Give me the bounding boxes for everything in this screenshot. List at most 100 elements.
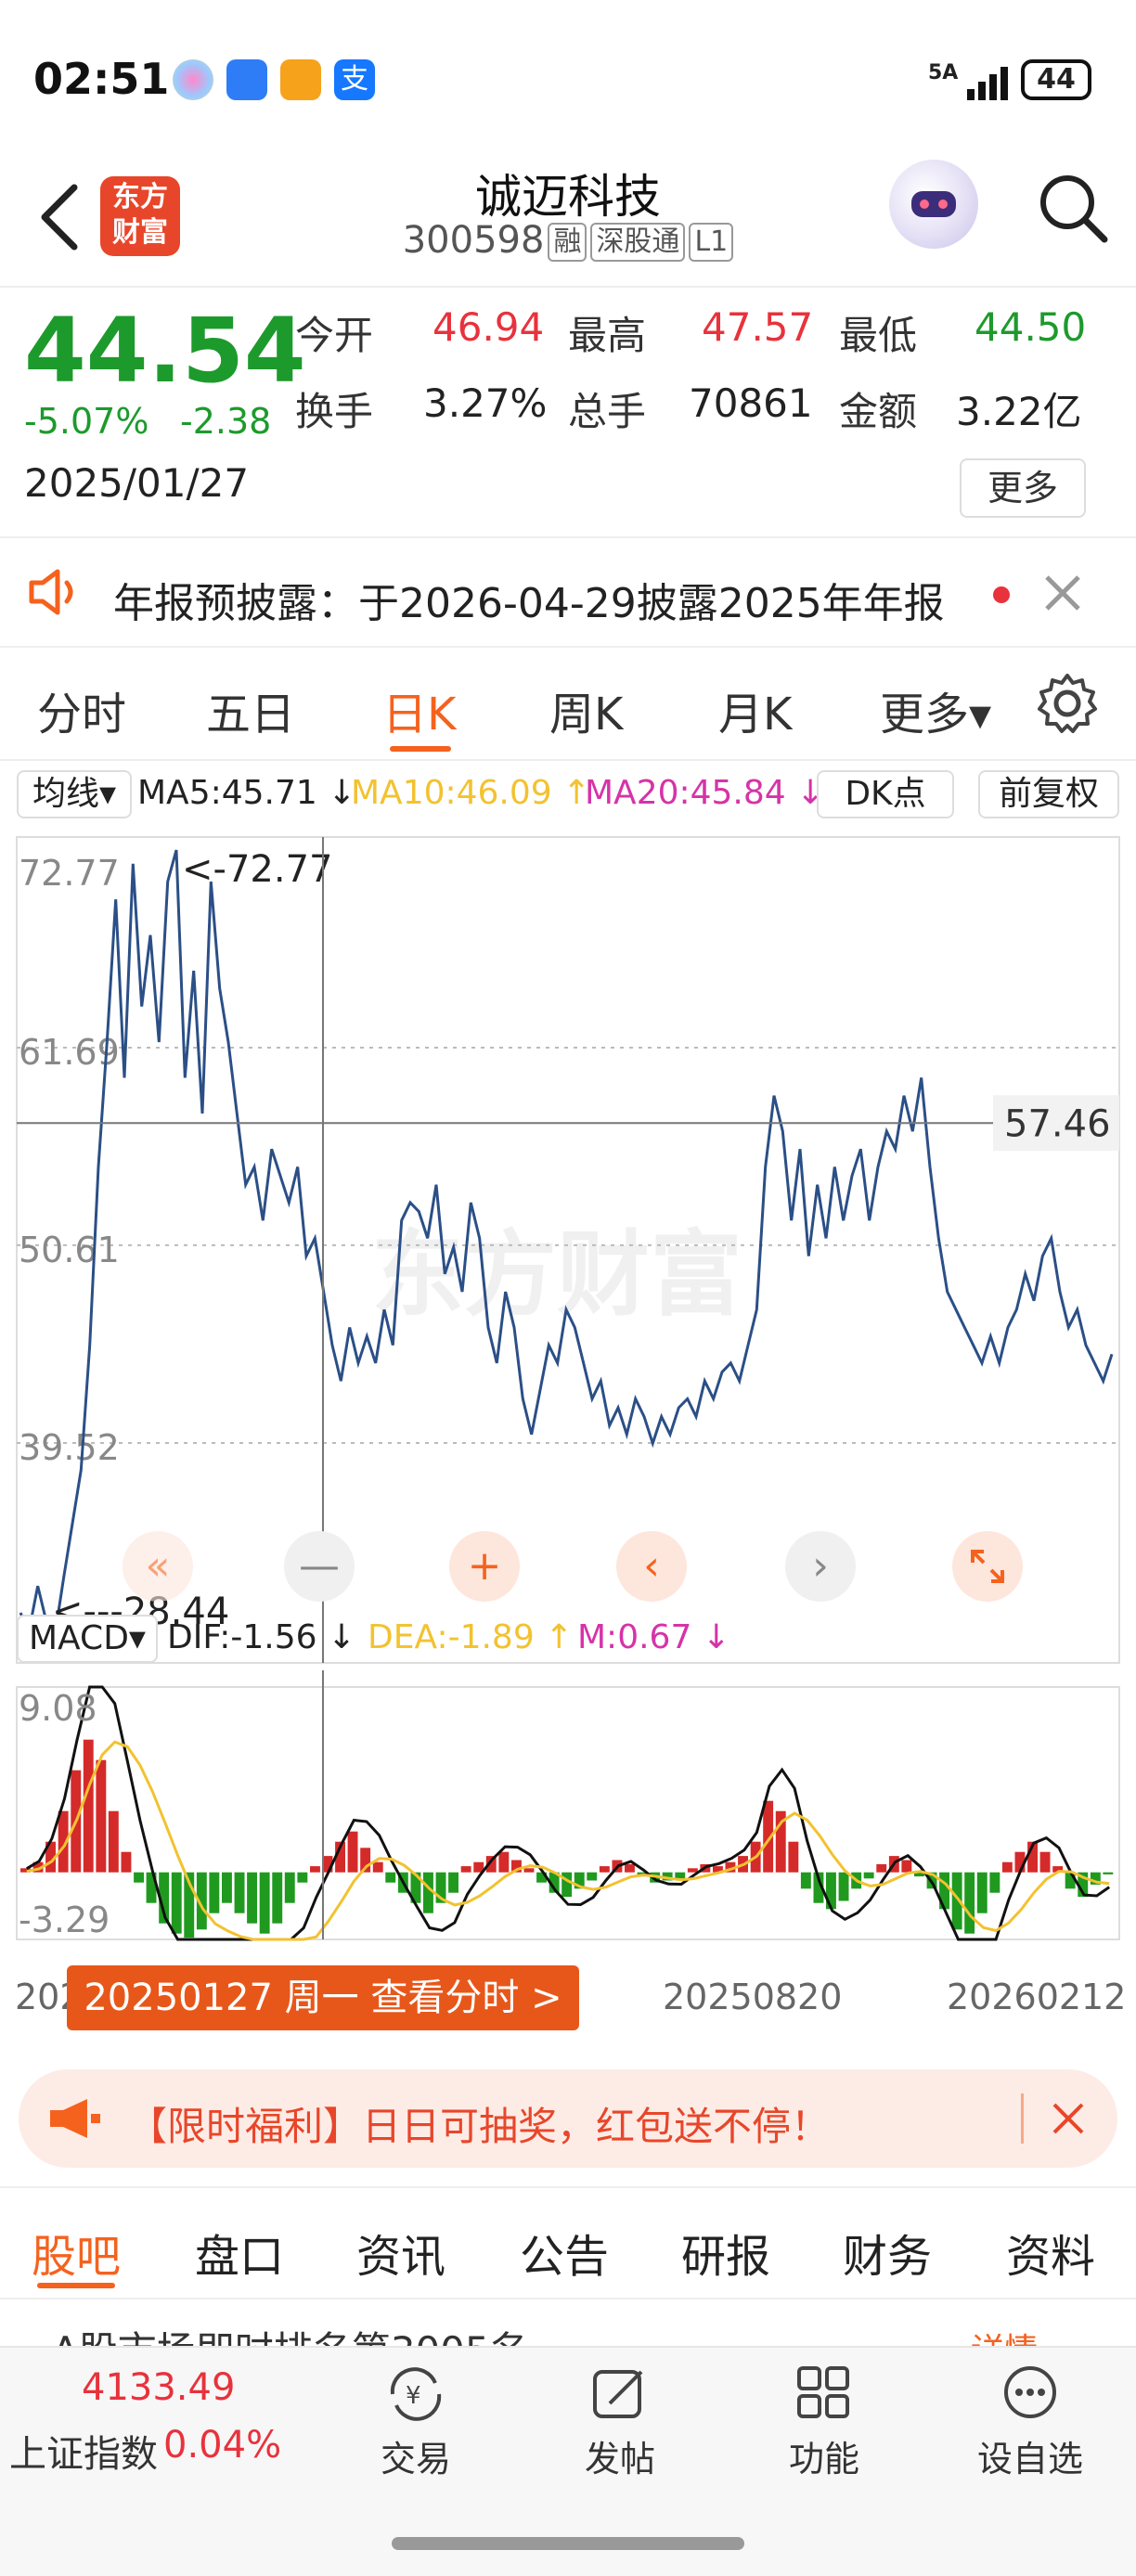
macd-bar <box>838 1872 849 1901</box>
zoom-in-button[interactable]: + <box>449 1531 520 1602</box>
macd-bar <box>310 1866 320 1873</box>
fullscreen-button[interactable] <box>952 1531 1023 1602</box>
macd-bar <box>562 1872 573 1898</box>
adjust-button[interactable]: 前复权 <box>978 770 1119 818</box>
macd-bar <box>1103 1872 1114 1874</box>
promo-close-icon[interactable] <box>1051 2101 1086 2136</box>
macd-bar <box>1039 1851 1051 1873</box>
tab-weekly-k[interactable]: 周K <box>549 677 623 742</box>
index-value[interactable]: 4133.49 <box>82 2366 235 2409</box>
macd-bar <box>687 1868 698 1873</box>
macd-bar <box>259 1872 270 1934</box>
index-change: 0.04% <box>163 2424 282 2467</box>
cloud-app-icon <box>226 59 267 100</box>
tab-more[interactable]: 更多▾ <box>880 677 991 742</box>
turnover-label: 换手 <box>295 389 374 434</box>
pan-right-button[interactable]: › <box>785 1531 856 1602</box>
turnover-value: 3.27% <box>423 380 548 426</box>
index-name[interactable]: 上证指数 <box>9 2424 158 2478</box>
assistant-avatar[interactable] <box>889 160 978 249</box>
subtab-guba[interactable]: 股吧 <box>32 2220 121 2285</box>
apps-icon <box>797 2366 849 2418</box>
volume-label: 总手 <box>568 389 647 434</box>
home-indicator <box>392 2537 744 2550</box>
app-bubble-icon <box>173 59 213 100</box>
subtab-research[interactable]: 研报 <box>681 2220 770 2285</box>
volume-value: 70861 <box>689 380 813 426</box>
macd-bar <box>1001 1861 1013 1873</box>
post-button[interactable]: 发帖 <box>564 2364 676 2481</box>
m-value: M:0.67 <box>577 1618 692 1656</box>
high-label: 最高 <box>568 313 647 358</box>
trade-button[interactable]: ¥ 交易 <box>360 2364 471 2481</box>
crosshair-value: 57.46 <box>1004 1102 1111 1145</box>
subtab-pankou[interactable]: 盘口 <box>195 2220 284 2285</box>
speaker-icon <box>26 566 85 618</box>
macd-bar <box>989 1872 1000 1893</box>
macd-bar <box>788 1841 799 1873</box>
tab-monthly-k[interactable]: 月K <box>718 677 792 742</box>
macd-bar <box>675 1872 686 1879</box>
margin-badge: 融 <box>548 223 587 262</box>
macd-bar <box>448 1872 458 1893</box>
macd-chart[interactable]: 9.08 -3.29 <box>0 1670 1136 1949</box>
tab-five-day[interactable]: 五日 <box>206 677 295 742</box>
more-quote-button[interactable]: 更多 <box>960 458 1086 518</box>
post-label: 发帖 <box>584 2439 655 2479</box>
rewind-button[interactable]: « <box>123 1531 193 1602</box>
zoom-out-button[interactable]: — <box>284 1531 355 1602</box>
crosshair-date-tip[interactable]: 20250127 周一 查看分时 > <box>67 1965 579 2030</box>
dea-label: DEA:-1.89 ↑ <box>368 1618 574 1656</box>
macd-bar <box>121 1851 132 1873</box>
functions-button[interactable]: 功能 <box>768 2364 880 2481</box>
macd-y-tick-bottom: -3.29 <box>19 1900 110 1940</box>
search-icon[interactable] <box>1036 171 1110 245</box>
macd-bar <box>209 1872 220 1913</box>
subtab-profile[interactable]: 资料 <box>1006 2220 1095 2285</box>
signal-label: 5A <box>928 61 959 84</box>
macd-bar <box>523 1868 535 1873</box>
dif-value: DIF:-1.56 <box>167 1618 317 1656</box>
macd-bar <box>599 1866 610 1873</box>
stock-code: 300598 <box>402 219 545 262</box>
ma5-value: MA5:45.71 <box>137 774 317 812</box>
macd-bar <box>800 1872 811 1889</box>
macd-bar <box>83 1739 94 1873</box>
tab-daily-k[interactable]: 日K <box>382 677 456 742</box>
add-watchlist-label: 设自选 <box>976 2439 1083 2479</box>
post-icon <box>593 2370 643 2418</box>
ma10-value: MA10:46.09 <box>351 774 552 812</box>
ma5-label: MA5:45.71 ↓ <box>137 774 356 812</box>
add-watchlist-button[interactable]: 设自选 <box>965 2364 1095 2481</box>
macd-bar <box>863 1872 874 1879</box>
connect-badge: 深股通 <box>590 223 686 262</box>
trade-label: 交易 <box>380 2439 451 2479</box>
period-tabs: 分时 五日 日K 周K 月K 更多▾ <box>0 648 1136 761</box>
subtab-announcements[interactable]: 公告 <box>520 2220 609 2285</box>
ma-selector[interactable]: 均线▾ <box>17 770 132 818</box>
pan-left-button[interactable]: ‹ <box>616 1531 687 1602</box>
macd-bar <box>234 1872 245 1913</box>
subtab-finance[interactable]: 财务 <box>843 2220 932 2285</box>
macd-selector[interactable]: MACD▾ <box>17 1615 158 1663</box>
promo-banner[interactable]: 【限时福利】日日可抽奖，红包送不停！ <box>19 2069 1117 2168</box>
change-percent: -5.07% <box>24 401 149 442</box>
macd-bar <box>284 1872 295 1903</box>
settings-icon[interactable] <box>1036 672 1099 735</box>
alipay-icon: 支 <box>334 59 375 100</box>
notice-bar[interactable]: 年报预披露：于2026-04-29披露2025年年报 <box>0 538 1136 648</box>
high-value: 47.57 <box>702 304 814 350</box>
macd-bar <box>247 1872 257 1924</box>
y-tick-label: 39.52 <box>19 1427 120 1468</box>
close-icon[interactable] <box>1041 572 1084 614</box>
macd-bar <box>976 1872 988 1913</box>
subtab-bottom-divider <box>0 2298 1136 2299</box>
tab-intraday[interactable]: 分时 <box>37 677 126 742</box>
unread-dot <box>993 586 1010 603</box>
dk-point-button[interactable]: DK点 <box>817 770 954 818</box>
bottom-toolbar: 4133.49 上证指数 0.04% ¥ 交易 发帖 功能 设自选 <box>0 2346 1136 2576</box>
subtab-news[interactable]: 资讯 <box>356 2220 445 2285</box>
status-bar: 02:51 支 5A 44 <box>0 0 1136 139</box>
signal-icon <box>965 61 1017 102</box>
macd-bar <box>876 1863 887 1873</box>
